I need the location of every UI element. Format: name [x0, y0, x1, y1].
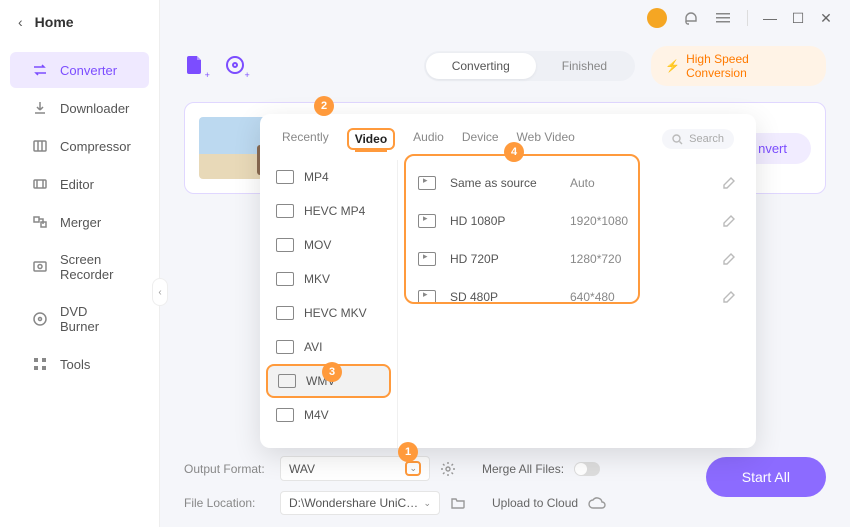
maximize-button[interactable]: ☐: [792, 12, 804, 24]
sidebar-item-editor[interactable]: Editor: [10, 166, 149, 202]
annotation-badge-2: 2: [314, 96, 334, 116]
sidebar: ‹ Home Converter Downloader Compressor E…: [0, 0, 160, 527]
tools-icon: [32, 356, 48, 372]
edit-preset-icon[interactable]: [722, 176, 736, 190]
format-popup: Recently Video Audio Device Web Video Se…: [260, 114, 756, 448]
lightning-icon: ⚡: [665, 59, 680, 73]
resolution-icon: [418, 290, 436, 304]
sidebar-item-compressor[interactable]: Compressor: [10, 128, 149, 164]
plus-icon: +: [244, 70, 249, 80]
resolution-480p[interactable]: SD 480P640*480: [398, 278, 756, 316]
video-format-icon: [276, 306, 294, 320]
edit-preset-icon[interactable]: [722, 214, 736, 228]
chevron-down-icon: ⌄: [405, 461, 421, 476]
high-speed-conversion-button[interactable]: ⚡ High Speed Conversion: [651, 46, 826, 86]
dvd-burner-icon: [32, 311, 48, 327]
resolution-icon: [418, 214, 436, 228]
format-avi[interactable]: AVI: [260, 330, 397, 364]
sidebar-item-merger[interactable]: Merger: [10, 204, 149, 240]
sidebar-item-label: Editor: [60, 177, 94, 192]
tab-finished[interactable]: Finished: [536, 53, 633, 79]
sidebar-item-dvd-burner[interactable]: DVD Burner: [10, 294, 149, 344]
add-dvd-button[interactable]: +: [224, 54, 248, 78]
sidebar-item-label: Tools: [60, 357, 90, 372]
sidebar-item-downloader[interactable]: Downloader: [10, 90, 149, 126]
annotation-badge-4: 4: [504, 142, 524, 162]
sidebar-item-label: Downloader: [60, 101, 129, 116]
format-search[interactable]: Search: [662, 129, 734, 149]
sidebar-item-tools[interactable]: Tools: [10, 346, 149, 382]
settings-icon[interactable]: [440, 461, 456, 477]
converter-icon: [32, 62, 48, 78]
sidebar-item-label: DVD Burner: [60, 304, 127, 334]
video-format-icon: [276, 238, 294, 252]
tab-video[interactable]: Video: [355, 132, 387, 152]
format-mov[interactable]: MOV: [260, 228, 397, 262]
sidebar-title: Home: [35, 14, 74, 30]
tab-device[interactable]: Device: [462, 130, 499, 148]
resolution-icon: [418, 176, 436, 190]
tab-recently[interactable]: Recently: [282, 130, 329, 148]
sidebar-item-converter[interactable]: Converter: [10, 52, 149, 88]
search-icon: [672, 134, 683, 145]
format-hevc-mkv[interactable]: HEVC MKV: [260, 296, 397, 330]
back-icon[interactable]: ‹: [18, 14, 23, 30]
screen-recorder-icon: [32, 259, 48, 275]
merge-all-toggle[interactable]: [574, 462, 600, 476]
merger-icon: [32, 214, 48, 230]
add-file-button[interactable]: +: [184, 54, 208, 78]
minimize-button[interactable]: —: [764, 12, 776, 24]
format-m4v[interactable]: M4V: [260, 398, 397, 432]
file-location-dropdown[interactable]: D:\Wondershare UniConverter 1 ⌄: [280, 491, 440, 515]
video-format-icon: [276, 340, 294, 354]
tab-converting[interactable]: Converting: [426, 53, 536, 79]
edit-preset-icon[interactable]: [722, 290, 736, 304]
open-folder-icon[interactable]: [450, 495, 466, 511]
plus-icon: +: [205, 70, 210, 80]
resolution-720p[interactable]: HD 720P1280*720: [398, 240, 756, 278]
sidebar-item-label: Compressor: [60, 139, 131, 154]
merge-all-label: Merge All Files:: [482, 462, 564, 476]
file-location-label: File Location:: [184, 496, 270, 510]
downloader-icon: [32, 100, 48, 116]
resolution-list: Same as sourceAuto HD 1080P1920*1080 HD …: [398, 160, 756, 448]
video-format-icon: [278, 374, 296, 388]
compressor-icon: [32, 138, 48, 154]
annotation-badge-3: 3: [322, 362, 342, 382]
sidebar-item-label: Converter: [60, 63, 117, 78]
cloud-icon[interactable]: [588, 496, 606, 510]
chevron-down-icon: ⌄: [423, 498, 431, 509]
resolution-icon: [418, 252, 436, 266]
video-format-icon: [276, 204, 294, 218]
format-list: MP4 HEVC MP4 MOV MKV HEVC MKV AVI WMV M4…: [260, 160, 398, 448]
edit-preset-icon[interactable]: [722, 252, 736, 266]
video-format-icon: [276, 170, 294, 184]
output-format-label: Output Format:: [184, 462, 270, 476]
menu-icon[interactable]: [715, 10, 731, 26]
video-format-icon: [276, 272, 294, 286]
start-all-button[interactable]: Start All: [706, 457, 826, 497]
annotation-badge-1: 1: [398, 442, 418, 462]
format-hevc-mp4[interactable]: HEVC MP4: [260, 194, 397, 228]
sidebar-item-label: Merger: [60, 215, 101, 230]
close-button[interactable]: ✕: [820, 12, 832, 24]
sidebar-item-label: Screen Recorder: [60, 252, 127, 282]
resolution-same-as-source[interactable]: Same as sourceAuto: [398, 164, 756, 202]
sidebar-item-screen-recorder[interactable]: Screen Recorder: [10, 242, 149, 292]
editor-icon: [32, 176, 48, 192]
resolution-1080p[interactable]: HD 1080P1920*1080: [398, 202, 756, 240]
video-format-icon: [276, 408, 294, 422]
user-avatar[interactable]: [647, 8, 667, 28]
support-icon[interactable]: [683, 10, 699, 26]
upload-to-cloud-label: Upload to Cloud: [492, 496, 578, 510]
status-segmented: Converting Finished: [424, 51, 635, 81]
format-mp4[interactable]: MP4: [260, 160, 397, 194]
tab-web-video[interactable]: Web Video: [517, 130, 575, 148]
tab-audio[interactable]: Audio: [413, 130, 444, 148]
format-mkv[interactable]: MKV: [260, 262, 397, 296]
